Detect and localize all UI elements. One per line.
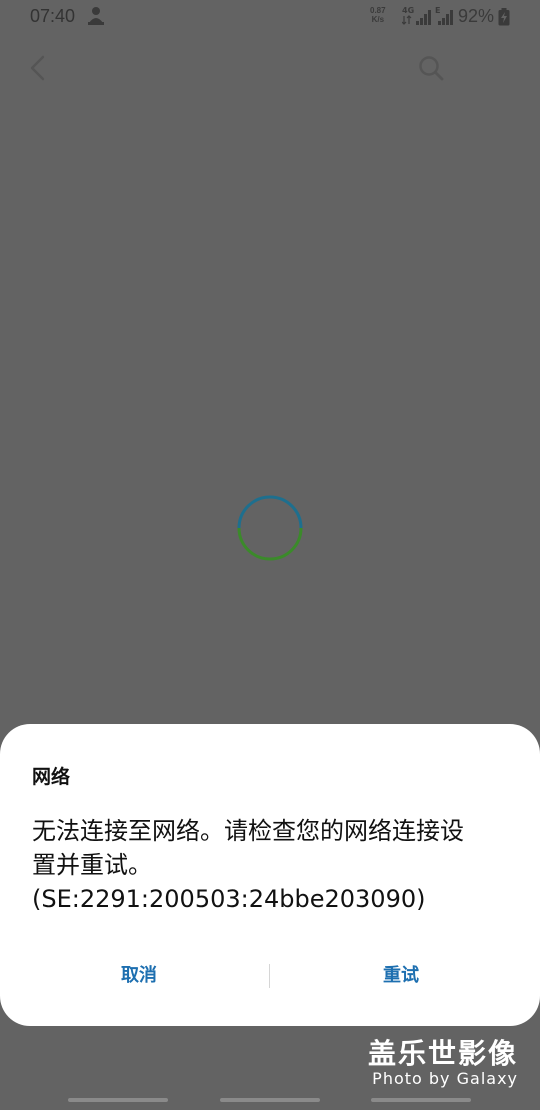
search-icon[interactable] xyxy=(417,54,445,82)
dialog-message: 无法连接至网络。请检查您的网络连接设 置并重试。 (SE:2291:200503… xyxy=(32,817,464,913)
dialog-button-row: 取消 重试 xyxy=(0,956,540,996)
navigation-bar xyxy=(0,1088,540,1110)
network-type-label: 4G xyxy=(402,6,415,15)
retry-button[interactable]: 重试 xyxy=(266,956,536,996)
battery-charging-icon xyxy=(498,8,510,26)
galaxy-watermark: 盖乐世影像 Photo by Galaxy xyxy=(368,1038,518,1088)
watermark-title: 盖乐世影像 xyxy=(367,1037,518,1070)
notification-icon xyxy=(88,7,104,25)
back-arrow-icon[interactable] xyxy=(26,54,50,82)
nav-back-button[interactable] xyxy=(371,1098,471,1102)
dialog-title: 网络 xyxy=(32,766,71,788)
network-error-dialog: 网络 无法连接至网络。请检查您的网络连接设 置并重试。 (SE:2291:200… xyxy=(0,724,540,1026)
nav-home-button[interactable] xyxy=(220,1098,320,1102)
network-speed-value: 0.87 xyxy=(370,6,386,15)
battery-level: 92% xyxy=(458,6,495,26)
signal-icon: 4G E xyxy=(402,6,454,27)
network-speed-unit: K/s xyxy=(371,15,385,24)
nav-recents-button[interactable] xyxy=(68,1098,168,1102)
status-time: 07:40 xyxy=(30,6,76,26)
network-speed: 0.87 K/s xyxy=(370,6,386,24)
cancel-button[interactable]: 取消 xyxy=(4,956,274,996)
signal-bars-2-icon xyxy=(438,10,453,25)
watermark-subtitle: Photo by Galaxy xyxy=(372,1069,518,1088)
signal-bars-1-icon xyxy=(416,10,431,25)
loading-spinner-icon xyxy=(237,495,303,561)
status-bar: 07:40 0.87 K/s 4G E 92% xyxy=(0,0,540,34)
data-arrows-icon xyxy=(402,15,412,25)
